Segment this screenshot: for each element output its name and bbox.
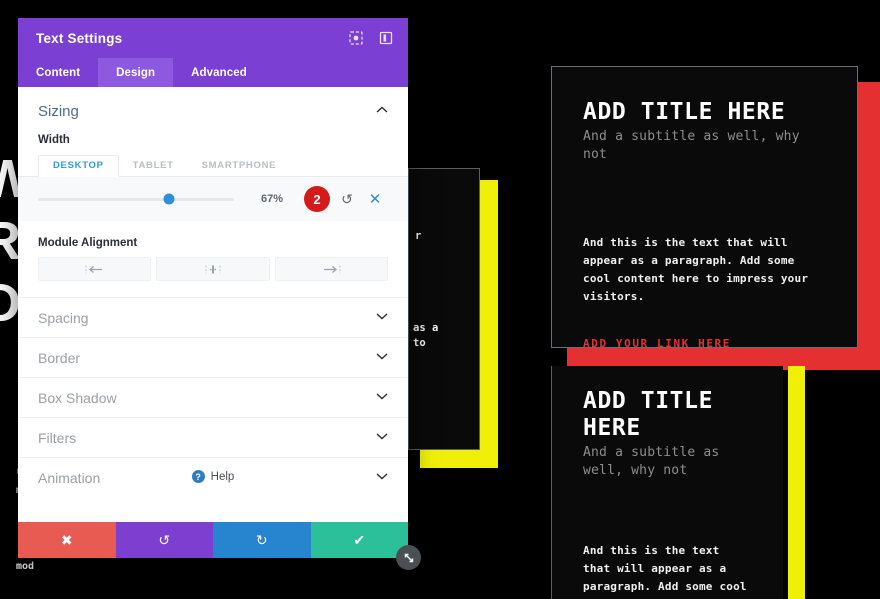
module-one-subtitle: And a subtitle as well, why not [583,129,800,162]
accordion-spacing-label: Spacing [38,309,89,326]
accordion-filters[interactable]: Filters [18,417,408,457]
split-view-icon[interactable] [378,30,394,46]
sizing-section-header[interactable]: Sizing [18,87,408,134]
help-label: Help [210,470,235,483]
module-alignment-label: Module Alignment [38,237,138,249]
tab-advanced[interactable]: Advanced [173,58,265,87]
help-link[interactable]: ? Help [191,470,235,483]
module-alignment-group[interactable] [18,257,408,297]
accordion-box-shadow-label: Box Shadow [38,389,117,406]
undo-icon[interactable]: ↺ [336,191,358,208]
module-middle-fragment-top: r [415,230,422,242]
chevron-down-icon[interactable] [376,352,388,363]
width-value[interactable]: 67% [242,193,302,205]
builder-canvas: W R D rem mod st in ap mod r as a to ADD… [0,0,880,599]
width-slider-row[interactable]: 67% 2 ↺ ✕ [18,177,408,221]
module-middle-fragment-b: to [413,337,426,349]
tab-content[interactable]: Content [18,58,98,87]
module-two-accent-bar-yellow [788,366,805,599]
device-tab-tablet[interactable]: TABLET [119,156,188,176]
cancel-button[interactable]: ✖ [18,522,116,558]
text-module-two[interactable]: ADD TITLE HERE And a subtitle as well, w… [551,366,880,599]
module-one-paragraph: And this is the text that will appear as… [583,236,809,303]
width-field-label: Width [38,134,70,146]
module-two-subtitle: And a subtitle as well, why not [583,445,720,478]
help-row: ? Help [18,458,408,522]
dialog-body: Sizing Width DESKTOP TABLET SMARTPHONE 6… [18,87,408,522]
status-badge: 2 [304,186,330,212]
accordion-border[interactable]: Border [18,337,408,377]
chevron-up-icon[interactable] [376,106,388,117]
sizing-section-label: Sizing [38,103,79,120]
chevron-down-icon[interactable] [376,312,388,323]
width-slider-track[interactable] [38,193,234,205]
fullscreen-icon[interactable] [348,30,364,46]
module-middle-body: r as a to [408,168,480,450]
width-slider-knob[interactable] [163,193,175,205]
dialog-footer[interactable]: ✖ ↺ ↻ ✔ [18,522,408,558]
text-module-one[interactable]: ADD TITLE HERE And a subtitle as well, w… [551,66,880,370]
accordion-spacing[interactable]: Spacing [18,297,408,337]
device-tab-desktop[interactable]: DESKTOP [38,155,119,177]
dialog-title: Text Settings [36,30,123,46]
text-module-middle[interactable]: r as a to [408,168,498,468]
close-icon[interactable]: ✕ [364,190,386,208]
save-button[interactable]: ✔ [310,522,408,558]
dialog-tab-bar[interactable]: Content Design Advanced [18,58,408,87]
module-two-body: ADD TITLE HERE And a subtitle as well, w… [551,366,783,599]
text-settings-dialog[interactable]: Text Settings Content Design Advanced Si… [18,18,408,558]
align-center-icon[interactable] [156,257,270,281]
chevron-down-icon[interactable] [376,392,388,403]
module-middle-fragment-a: as a [413,322,439,334]
dialog-header: Text Settings [18,18,408,58]
question-mark-icon: ? [191,470,205,483]
chevron-down-icon[interactable] [376,432,388,443]
align-right-icon[interactable] [274,257,388,281]
module-one-title: ADD TITLE HERE [583,99,786,125]
device-tab-smartphone[interactable]: SMARTPHONE [188,156,291,176]
accordion-border-label: Border [38,349,81,366]
device-tab-bar[interactable]: DESKTOP TABLET SMARTPHONE [18,152,408,177]
accordion-filters-label: Filters [38,429,77,446]
tab-design[interactable]: Design [98,58,174,87]
resize-diagonal-icon[interactable] [396,545,421,570]
align-left-icon[interactable] [38,257,152,281]
module-one-body: ADD TITLE HERE And a subtitle as well, w… [551,66,858,348]
undo-button[interactable]: ↺ [115,522,213,558]
redo-button[interactable]: ↻ [213,522,311,558]
module-two-title: ADD TITLE HERE [583,388,714,441]
module-two-paragraph: And this is the text that will appear as… [583,544,747,599]
accordion-box-shadow[interactable]: Box Shadow [18,377,408,417]
module-one-link[interactable]: ADD YOUR LINK HERE [583,337,731,347]
